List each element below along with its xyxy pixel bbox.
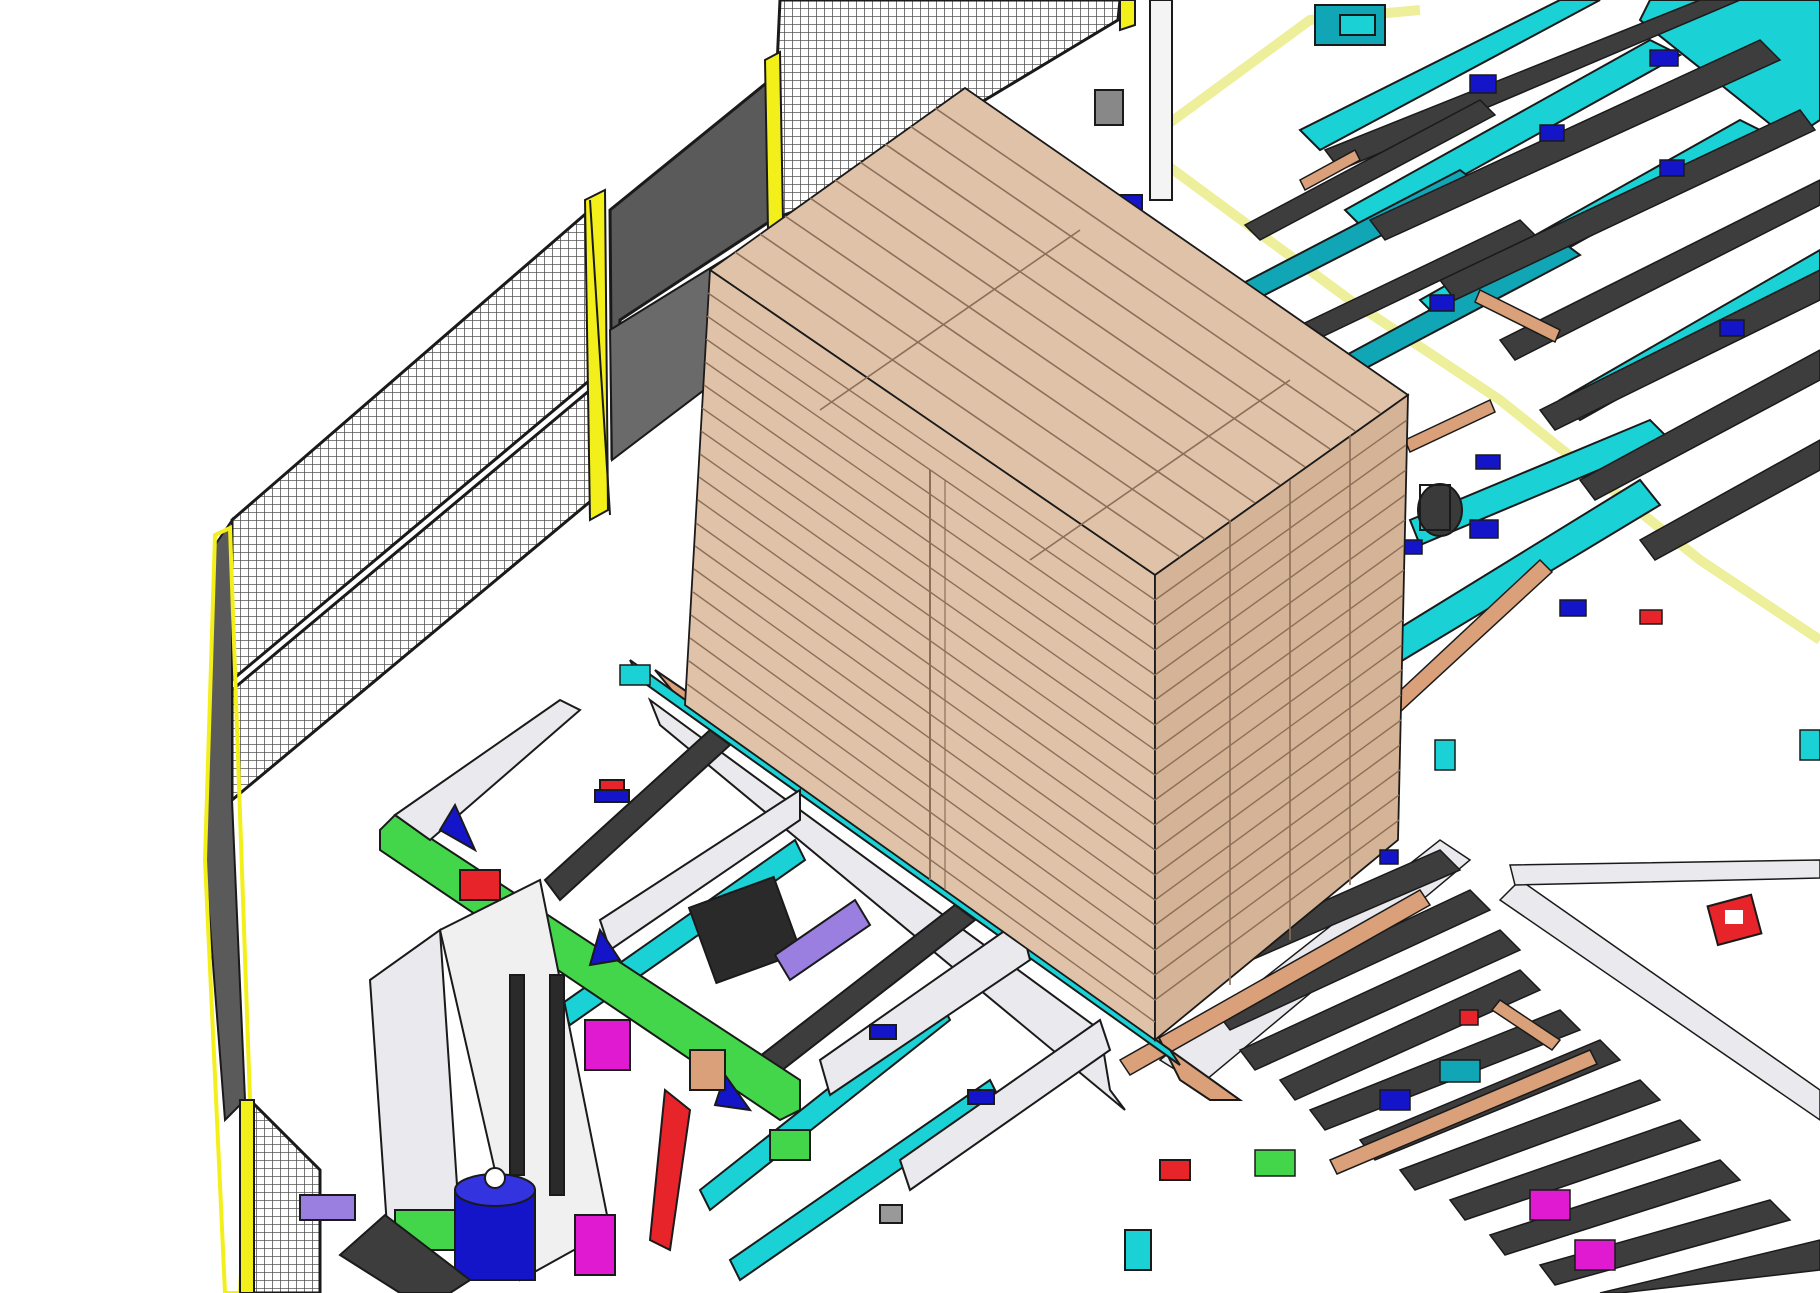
chain	[549, 974, 565, 1196]
fence-post	[1119, 0, 1136, 32]
gear-motor	[1094, 4, 1386, 126]
gear-motor	[1417, 483, 1463, 537]
hoist-unit	[299, 698, 811, 1293]
hoist-beam-white	[393, 698, 582, 842]
fence-post	[583, 188, 610, 522]
support-post	[1149, 0, 1173, 201]
cad-palletizing-scene	[202, 0, 1820, 1293]
fence-post	[763, 50, 785, 232]
frame-beam-light	[898, 1018, 1112, 1192]
red-bracket	[1706, 893, 1763, 947]
fence-post	[239, 1099, 255, 1293]
motor	[454, 1167, 536, 1281]
pallet-stack	[684, 86, 1410, 1042]
chain	[509, 974, 525, 1176]
